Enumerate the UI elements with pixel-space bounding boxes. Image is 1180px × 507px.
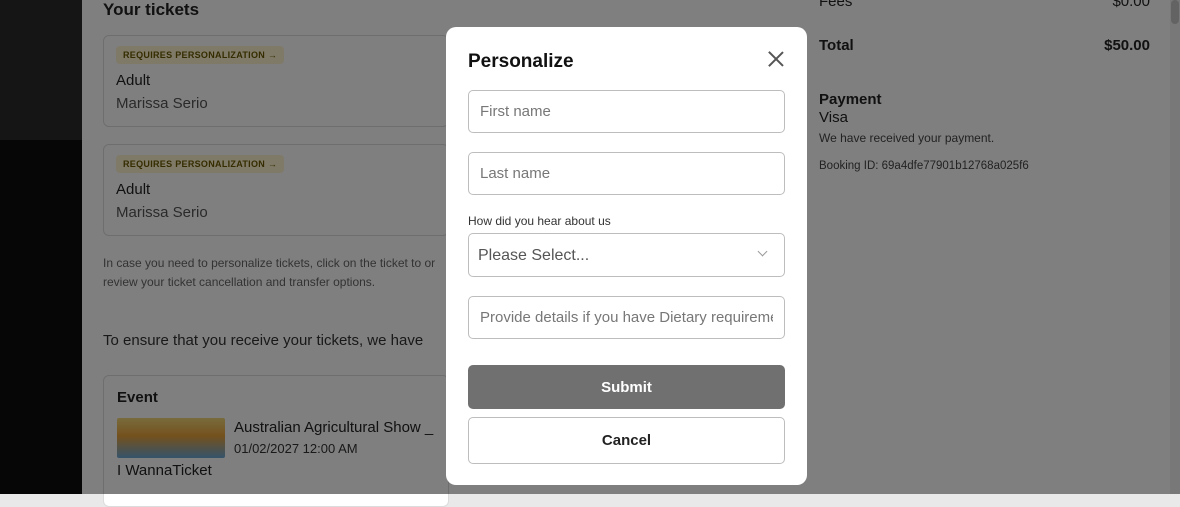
hear-about-us-select[interactable]: Please Select...: [468, 233, 785, 277]
personalize-modal: Personalize How did you hear about us Pl…: [446, 27, 807, 485]
hear-about-us-label: How did you hear about us: [468, 214, 611, 228]
modal-title: Personalize: [468, 51, 574, 72]
dietary-requirements-input[interactable]: [468, 296, 785, 339]
cancel-button[interactable]: Cancel: [468, 417, 785, 464]
close-icon[interactable]: [766, 49, 786, 69]
chevron-down-icon: [757, 246, 768, 257]
select-value: Please Select...: [478, 247, 590, 264]
first-name-input[interactable]: [468, 90, 785, 133]
last-name-input[interactable]: [468, 152, 785, 195]
submit-button[interactable]: Submit: [468, 365, 785, 409]
